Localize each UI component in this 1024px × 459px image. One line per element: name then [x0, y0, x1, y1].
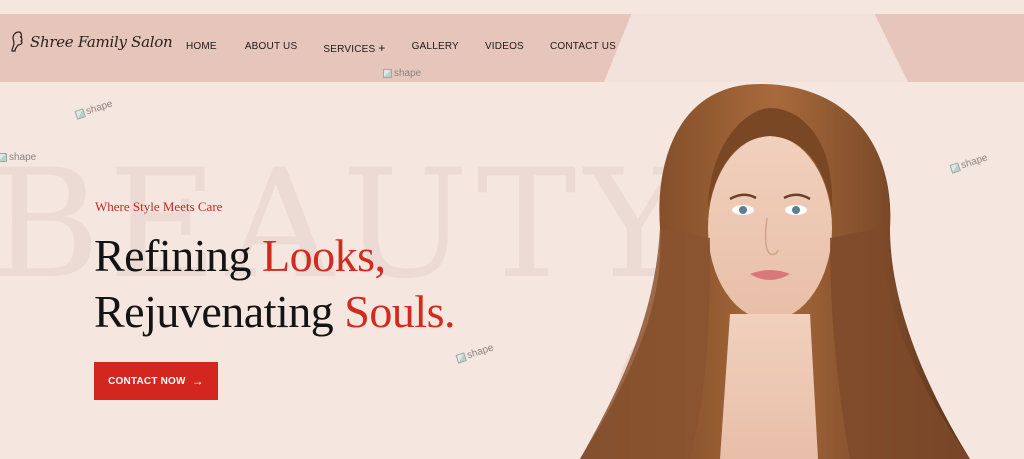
nav-gallery[interactable]: GALLERY — [412, 41, 459, 55]
broken-shape-image: shape — [74, 98, 114, 120]
broken-image-icon — [383, 69, 392, 78]
headline-line2-main: Rejuvenating — [94, 286, 345, 337]
logo-text: Shree Family Salon — [30, 33, 173, 51]
hero-headline: Refining Looks, Rejuvenating Souls. — [94, 228, 456, 340]
shape-alt: shape — [465, 342, 496, 362]
woman-profile-icon — [11, 31, 23, 52]
headline-line2-accent: Souls. — [344, 286, 456, 337]
shape-alt: shape — [394, 68, 422, 79]
nav-services-label: SERVICES — [323, 44, 376, 55]
headline-line1: Refining Looks, — [94, 230, 386, 281]
contact-now-button[interactable]: CONTACT NOW → — [94, 362, 218, 400]
hero-tagline: Where Style Meets Care — [95, 199, 223, 214]
nav-videos[interactable]: VIDEOS — [485, 41, 524, 55]
contact-now-label: CONTACT NOW — [108, 375, 186, 387]
broken-shape-image: shape — [383, 68, 421, 79]
headline-line2: Rejuvenating Souls. — [94, 286, 456, 337]
broken-shape-image: shape — [455, 342, 495, 364]
site-logo[interactable]: Shree Family Salon — [10, 30, 173, 54]
nav-about-us[interactable]: ABOUT US — [245, 41, 298, 55]
nav-home[interactable]: HOME — [186, 41, 217, 55]
headline-line1-accent: Looks, — [261, 230, 386, 281]
main-nav: HOME ABOUT US SERVICES + GALLERY VIDEOS C… — [186, 41, 616, 55]
broken-image-icon — [74, 108, 86, 120]
header-notch-shape — [604, 14, 908, 82]
plus-icon: + — [378, 41, 386, 55]
nav-contact-us[interactable]: CONTACT US — [550, 41, 616, 55]
shape-alt: shape — [84, 98, 115, 118]
arrow-right-icon: → — [191, 374, 204, 388]
model-portrait-image — [580, 84, 970, 459]
broken-image-icon — [455, 352, 467, 364]
headline-line1-main: Refining — [94, 230, 262, 281]
nav-services[interactable]: SERVICES + — [323, 41, 385, 55]
top-strip — [0, 0, 1024, 14]
